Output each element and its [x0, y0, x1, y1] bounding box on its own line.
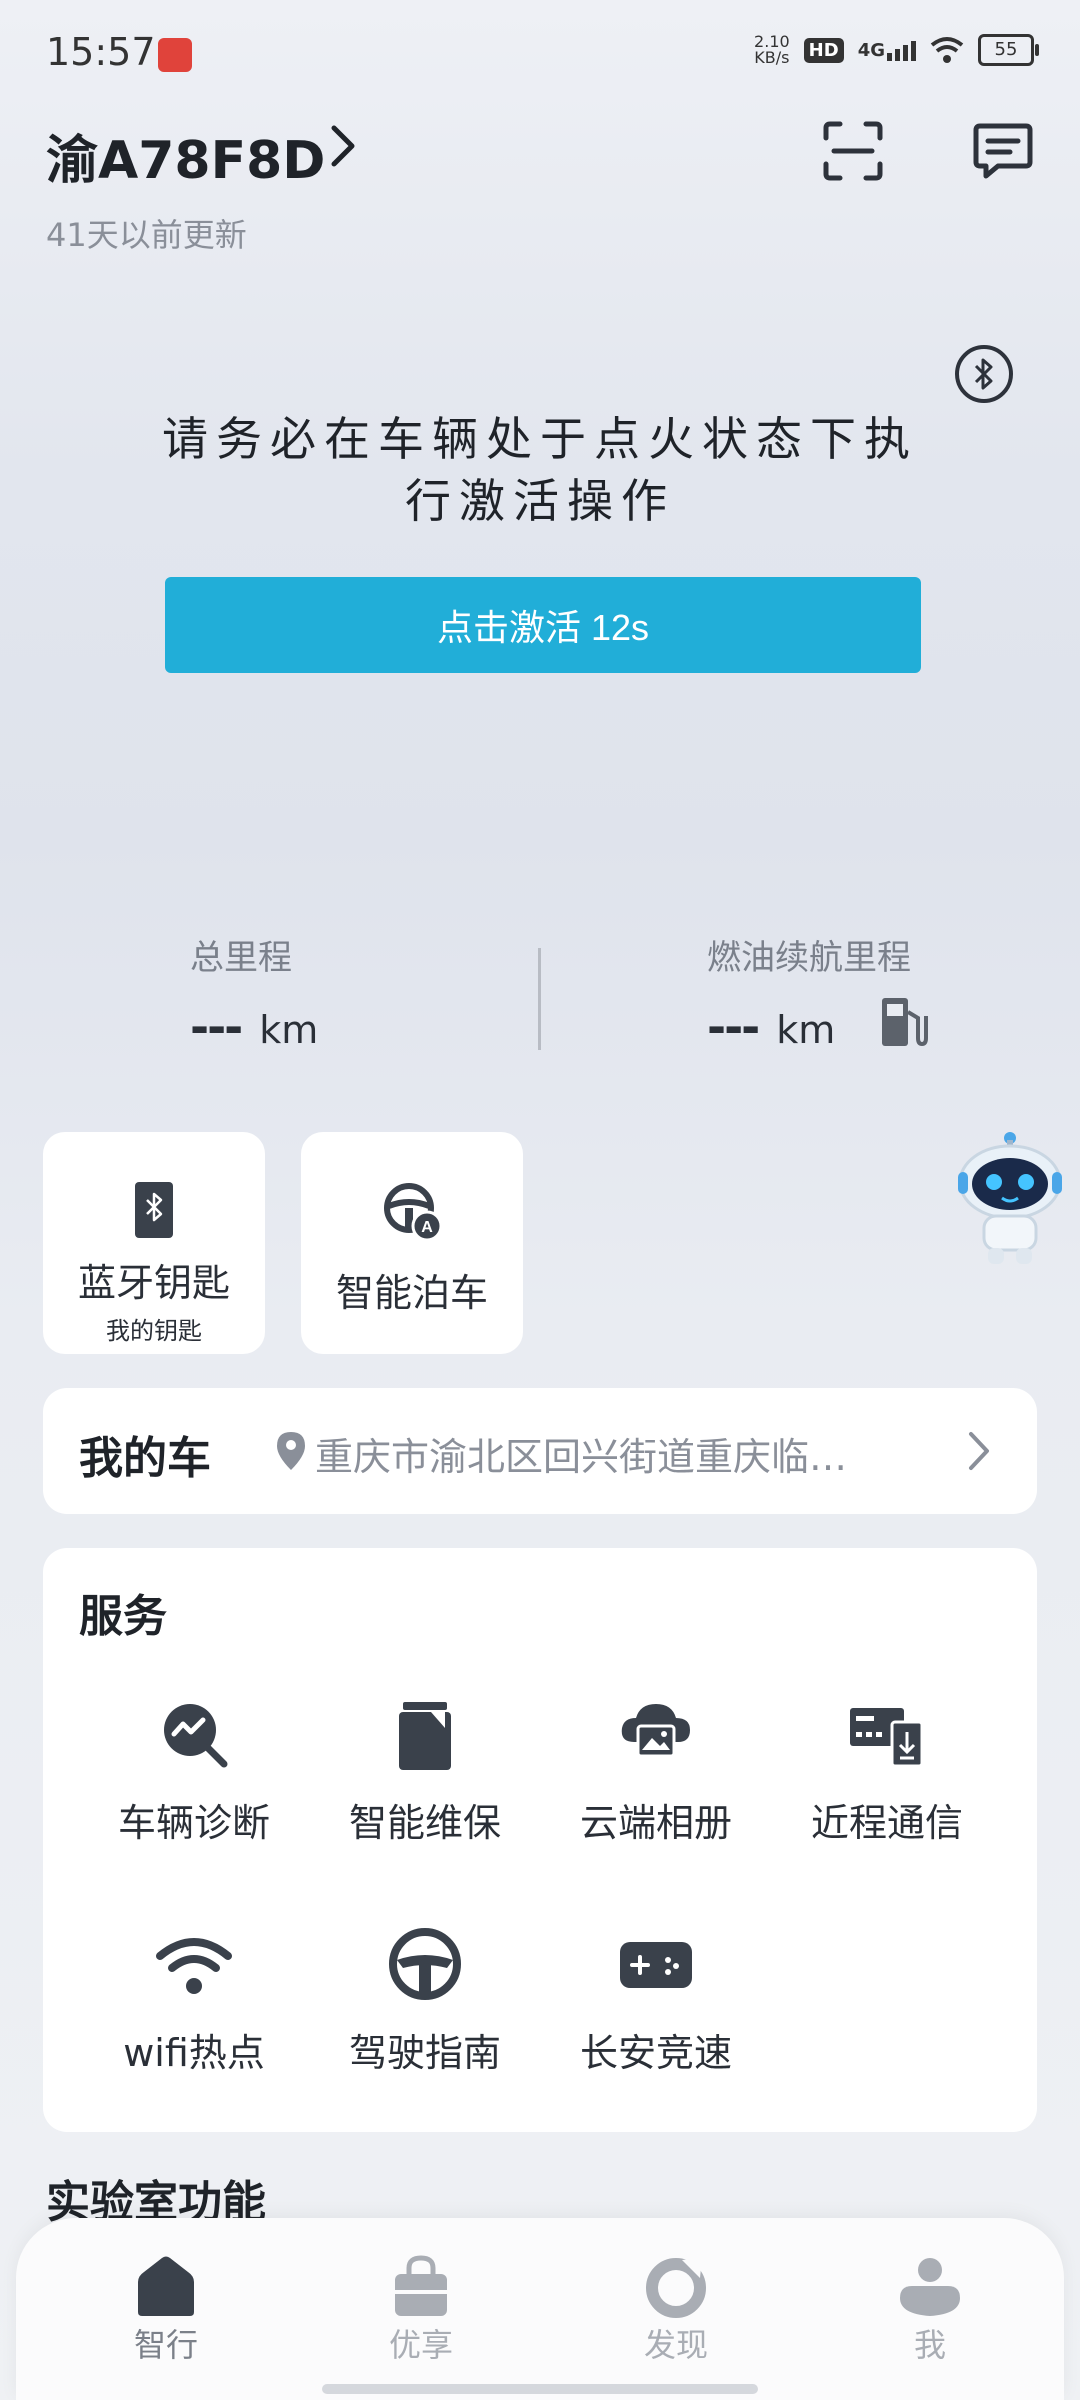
notification-app-icon [158, 38, 192, 72]
auto-parking-icon: A [384, 1183, 443, 1242]
bluetooth-connect-button[interactable] [955, 345, 1013, 403]
signal-icon: 4G [858, 40, 916, 61]
service-smart-maintenance[interactable]: 智能维保 [310, 1698, 540, 1847]
nav-tab-youxiang[interactable]: 优享 [341, 2254, 501, 2366]
gamepad-icon [620, 1942, 692, 1988]
location-pin-icon [277, 1432, 305, 1470]
nav-label: 我 [913, 2326, 946, 2364]
bluetooth-icon [974, 358, 993, 390]
maintenance-icon [399, 1702, 451, 1770]
total-mileage-label: 总里程 [190, 938, 292, 978]
nav-tab-discover[interactable]: 发现 [596, 2254, 756, 2366]
nav-label: 发现 [643, 2326, 708, 2364]
service-label: 云端相册 [579, 1801, 732, 1845]
status-time: 15:57 [46, 30, 156, 74]
nav-tab-zhixing[interactable]: 智行 [86, 2254, 246, 2366]
car-location-address: 重庆市渝北区回兴街道重庆临… [315, 1435, 848, 1479]
services-title: 服务 [79, 1591, 167, 1642]
fuel-pump-icon [882, 998, 928, 1047]
bluetooth-key-label: 蓝牙钥匙 [77, 1261, 230, 1305]
status-icons: 2.10 KB/s HD 4G 55 [754, 32, 1039, 67]
discover-icon [646, 2258, 706, 2318]
my-car-card[interactable]: 我的车 重庆市渝北区回兴街道重庆临… [43, 1388, 1037, 1514]
fuel-range-value: --- km [707, 1000, 836, 1054]
nav-label: 智行 [133, 2326, 198, 2364]
my-car-title: 我的车 [79, 1433, 211, 1484]
robot-assistant-icon[interactable] [950, 1130, 1070, 1270]
service-label: 驾驶指南 [348, 2031, 501, 2075]
nav-label: 优享 [388, 2326, 453, 2364]
bluetooth-key-sublabel: 我的钥匙 [106, 1317, 202, 1345]
home-icon [138, 2256, 194, 2316]
bluetooth-key-icon [135, 1182, 173, 1238]
activate-button[interactable]: 点击激活 12s [165, 577, 921, 673]
wifi-icon [156, 1938, 232, 1994]
chevron-right-icon[interactable] [322, 120, 362, 172]
update-time: 41天以前更新 [46, 216, 247, 254]
hd-icon: HD [803, 37, 844, 63]
service-label: 智能维保 [348, 1801, 501, 1845]
mileage-divider [538, 948, 541, 1050]
service-changan-racing[interactable]: 长安竞速 [541, 1928, 771, 2077]
home-indicator[interactable] [322, 2384, 758, 2394]
profile-icon [900, 2258, 960, 2316]
service-vehicle-diagnosis[interactable]: 车辆诊断 [79, 1698, 309, 1847]
service-cloud-album[interactable]: 云端相册 [541, 1698, 771, 1847]
svg-text:A: A [421, 1219, 433, 1236]
bluetooth-key-card[interactable]: 蓝牙钥匙 我的钥匙 [43, 1132, 265, 1354]
bag-icon [395, 2255, 447, 2316]
service-label: wifi热点 [123, 2031, 265, 2075]
smart-parking-label: 智能泊车 [335, 1271, 488, 1315]
service-wifi-hotspot[interactable]: wifi热点 [79, 1928, 309, 2077]
service-label: 长安竞速 [579, 2031, 732, 2075]
chevron-right-icon [969, 1432, 989, 1470]
service-label: 近程通信 [810, 1801, 963, 1845]
bottom-navigation: 智行 优享 发现 我 [16, 2218, 1064, 2400]
battery-icon: 55 [978, 34, 1039, 66]
nav-tab-me[interactable]: 我 [850, 2254, 1010, 2366]
diagnosis-icon [164, 1704, 228, 1768]
services-card: 服务 车辆诊断 智能维保 云端相册 近程通信 wifi热点 驾驶指南 长安竞速 [43, 1548, 1037, 2132]
steering-wheel-icon [389, 1928, 461, 2000]
scan-icon[interactable] [822, 120, 884, 182]
activation-warning: 请务必在车辆处于点火状态下执行激活操作 [162, 412, 918, 528]
cloud-album-icon [621, 1704, 690, 1758]
total-mileage-value: --- km [190, 1000, 319, 1054]
service-near-field[interactable]: 近程通信 [772, 1698, 1002, 1847]
service-label: 车辆诊断 [117, 1801, 270, 1845]
message-icon[interactable] [972, 120, 1034, 182]
smart-parking-card[interactable]: A 智能泊车 [301, 1132, 523, 1354]
wifi-status-icon [930, 37, 964, 63]
net-speed: 2.10 KB/s [754, 32, 790, 67]
near-field-icon [850, 1708, 924, 1768]
plate-number[interactable]: 渝A78F8D [46, 118, 325, 193]
fuel-range-label: 燃油续航里程 [707, 938, 911, 978]
service-driving-guide[interactable]: 驾驶指南 [310, 1928, 540, 2077]
